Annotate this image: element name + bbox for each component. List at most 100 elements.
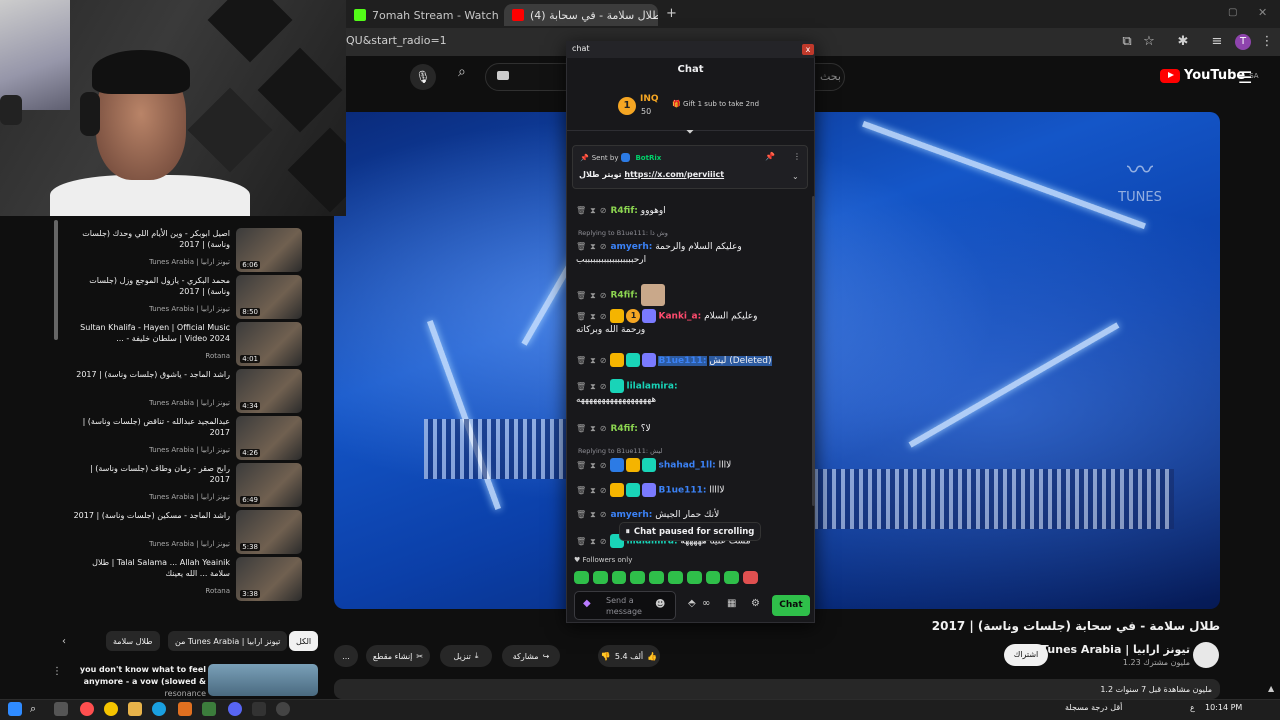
more-actions-button[interactable]: ...	[334, 645, 358, 667]
chat-message[interactable]: 🗑 ⧗ ⊘ amyerh: وعليكم السلام والرحمة ارحببببب…	[576, 240, 806, 267]
task-view-icon[interactable]	[54, 702, 68, 716]
ban-icon[interactable]: ⊘	[600, 461, 607, 470]
chat-username[interactable]: B1ue111:	[658, 355, 707, 366]
new-tab-icon[interactable]: +	[666, 6, 677, 21]
ban-icon[interactable]: ⊘	[600, 486, 607, 495]
reply-context[interactable]: Replying to B1ue111: وش ذا	[578, 229, 668, 237]
weather-widget[interactable]: أقل درجة مسجلة	[1065, 703, 1122, 712]
ban-icon[interactable]: ⊘	[600, 424, 607, 433]
browser-menu-icon[interactable]: ⋮	[1258, 33, 1276, 51]
store-icon[interactable]: ▦	[727, 598, 736, 609]
emote-icon[interactable]	[667, 571, 683, 584]
chat-username[interactable]: shahad_1ll:	[658, 461, 715, 471]
chat-username[interactable]: Kanki_a:	[658, 312, 701, 322]
ban-icon[interactable]: ⊘	[600, 312, 607, 321]
video-title[interactable]: Sultan Khalifa - Hayen | Official Music …	[70, 322, 230, 344]
reply-context[interactable]: Replying to B1ue111: ليش	[578, 447, 662, 455]
search-icon[interactable]: ⌕	[458, 64, 466, 80]
video-title[interactable]: راشد الماجد - مسكين (جلسات وناسة) | 2017	[70, 510, 230, 521]
chat-message[interactable]: 🗑 ⧗ ⊘ amyerh: لأنك حمار الجيش	[576, 508, 806, 522]
chat-paused-banner[interactable]: ⏸ Chat paused for scrolling	[620, 523, 760, 540]
delete-icon[interactable]: 🗑	[576, 424, 586, 433]
ban-icon[interactable]: ⊘	[600, 510, 607, 519]
like-button[interactable]: 👎 5.4 ألف 👍	[598, 645, 660, 667]
ban-icon[interactable]: ⊘	[600, 206, 607, 215]
pinned-link[interactable]: https://x.com/perviiict	[624, 170, 724, 179]
chrome-icon[interactable]	[104, 702, 118, 716]
video-title[interactable]: رابح صقر - زمان وطاف (جلسات وناسة) | 201…	[70, 463, 230, 485]
chip-artist[interactable]: طلال سلامة	[106, 631, 160, 651]
video-title[interactable]: Talal Salama ... Allah Yeainik | طلال سل…	[70, 557, 230, 579]
pinned-menu-icon[interactable]: ⋮	[793, 152, 801, 161]
timeout-icon[interactable]: ⧗	[590, 382, 596, 391]
chat-message[interactable]: 🗑 ⧗ ⊘ R4fif: لا؟	[576, 422, 806, 436]
tab-youtube[interactable]: (4) طلال سلامة - في سحابة ✕	[504, 4, 658, 26]
video-menu-icon[interactable]: ⋮	[52, 666, 62, 677]
delete-icon[interactable]: 🗑	[576, 510, 586, 519]
app-icon[interactable]	[202, 702, 216, 716]
hamburger-menu-icon[interactable]: ☰	[1238, 68, 1252, 87]
timeout-icon[interactable]: ⧗	[590, 486, 596, 495]
chat-identity-icon[interactable]: ◆	[583, 598, 591, 609]
collapse-icon[interactable]: ⏷	[686, 127, 694, 138]
app-icon[interactable]	[252, 702, 266, 716]
chat-username[interactable]: B1ue111:	[658, 486, 706, 496]
chat-send-button[interactable]: Chat	[772, 595, 810, 616]
delete-icon[interactable]: 🗑	[576, 356, 586, 365]
emote-icon[interactable]	[743, 571, 758, 584]
chat-message[interactable]: 🗑 ⧗ ⊘ 1 Kanki_a: وعليكم السلام ورحمة الله وبر…	[576, 309, 806, 337]
channel-name[interactable]: تيونز ارابيا | Tunes Arabia	[1040, 643, 1190, 656]
obs-icon[interactable]	[276, 702, 290, 716]
next-video-thumbnail[interactable]	[208, 664, 318, 696]
file-explorer-icon[interactable]	[128, 702, 142, 716]
install-icon[interactable]: ⧉	[1118, 33, 1136, 51]
delete-icon[interactable]: 🗑	[576, 461, 586, 470]
chat-message[interactable]: 🗑 ⧗ ⊘ R4fif: اوهووو	[576, 204, 806, 218]
emote-icon[interactable]	[630, 571, 646, 584]
window-close-icon[interactable]: ✕	[1258, 6, 1267, 19]
delete-icon[interactable]: 🗑	[576, 312, 586, 321]
ban-icon[interactable]: ⊘	[600, 382, 607, 391]
delete-icon[interactable]: 🗑	[576, 291, 586, 300]
delete-icon[interactable]: 🗑	[576, 206, 586, 215]
timeout-icon[interactable]: ⧗	[590, 206, 596, 215]
windows-start-icon[interactable]	[8, 702, 22, 716]
timeout-icon[interactable]: ⧗	[590, 537, 596, 546]
thumbs-down-icon[interactable]: 👎	[601, 652, 611, 661]
ban-icon[interactable]: ⊘	[600, 356, 607, 365]
infinity-icon[interactable]: ∞	[702, 598, 710, 609]
channel-avatar[interactable]	[1193, 642, 1219, 668]
bits-icon[interactable]: ⬘	[688, 598, 696, 609]
emote-icon[interactable]	[611, 571, 627, 584]
chip-all[interactable]: الكل	[289, 631, 319, 651]
chat-username[interactable]: lilalamira:	[626, 382, 677, 392]
suggested-video[interactable]: 8:50 محمد البكري - يازول الموجع وزل (جلسا…	[70, 275, 302, 319]
suggested-video[interactable]: 5:38 راشد الماجد - مسكين (جلسات وناسة) | …	[70, 510, 302, 554]
tab-7omah-stream[interactable]: 7omah Stream - Watch Live ✕	[346, 4, 501, 26]
emote-icon[interactable]	[592, 571, 608, 584]
chat-username[interactable]: R4fif:	[610, 291, 637, 301]
leader-name[interactable]: INQ	[640, 94, 659, 104]
edge-icon[interactable]	[152, 702, 166, 716]
ban-icon[interactable]: ⊘	[600, 242, 607, 251]
gift-info[interactable]: 🎁 Gift 1 sub to take 2nd	[672, 100, 759, 108]
bot-name[interactable]: BotRix	[635, 154, 661, 162]
profile-avatar[interactable]: T	[1235, 34, 1251, 50]
chat-message[interactable]: 🗑 ⧗ ⊘ lilalamira: ههههههههههههههههههه	[576, 379, 806, 407]
emote-icon[interactable]	[686, 571, 702, 584]
language-indicator[interactable]: ع	[1190, 703, 1195, 712]
url-field[interactable]: QU&start_radio=1	[346, 34, 447, 47]
chat-message[interactable]: 🗑 ⧗ ⊘ R4fif:	[576, 284, 806, 306]
video-title[interactable]: محمد البكري - يازول الموجع وزل (جلسات ون…	[70, 275, 230, 297]
timeout-icon[interactable]: ⧗	[590, 424, 596, 433]
delete-icon[interactable]: 🗑	[576, 242, 586, 251]
keyboard-icon[interactable]	[497, 71, 509, 80]
video-title[interactable]: راشد الماجد - ياشوق (جلسات وناسة) | 2017	[70, 369, 230, 380]
bookmark-star-icon[interactable]: ☆	[1140, 33, 1158, 51]
chat-username[interactable]: R4fif:	[610, 206, 637, 216]
chat-message[interactable]: 🗑 ⧗ ⊘ B1ue111: لااااا	[576, 483, 806, 498]
video-title[interactable]: عبدالمجيد عبدالله - تناقض (جلسات وناسة) …	[70, 416, 230, 438]
scrollbar[interactable]	[54, 220, 58, 340]
taskbar-overflow-icon[interactable]: ▲	[1268, 684, 1274, 693]
delete-icon[interactable]: 🗑	[576, 537, 586, 546]
